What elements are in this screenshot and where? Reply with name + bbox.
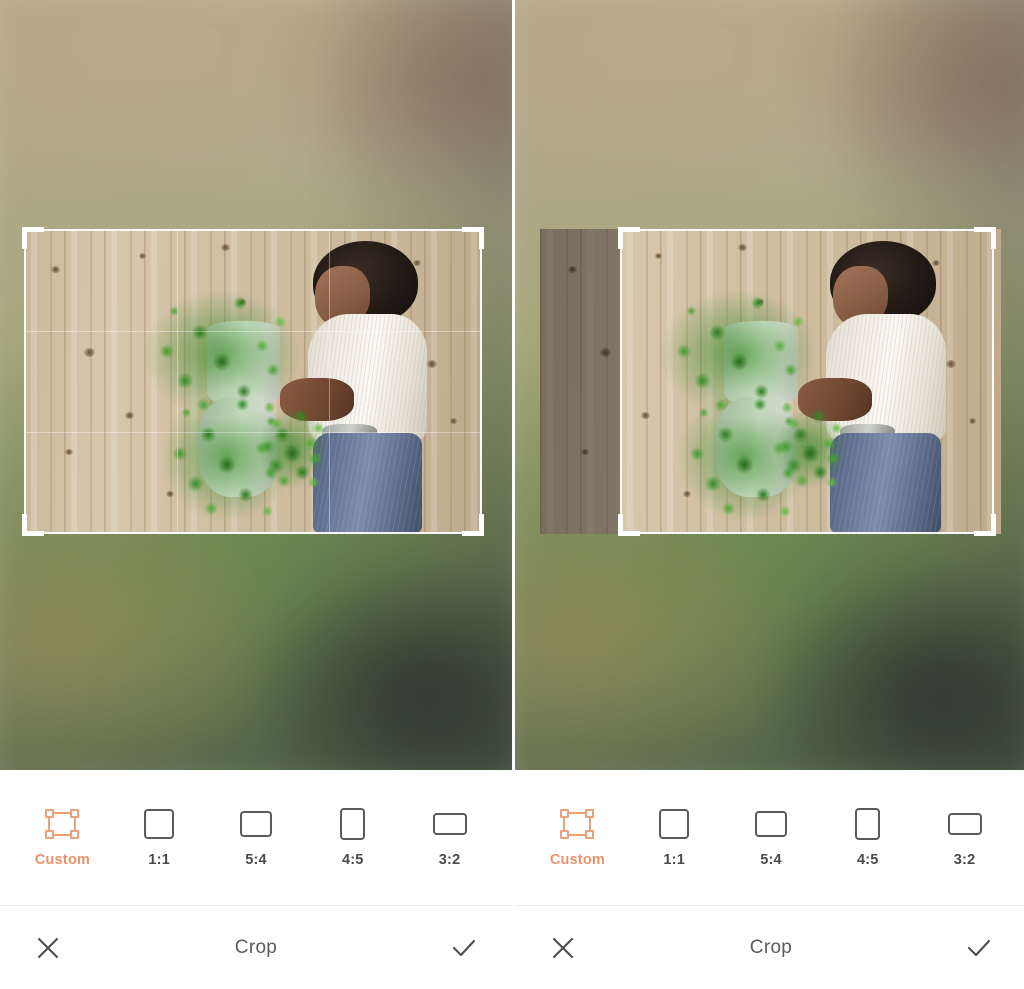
confirm-button[interactable] [442, 926, 486, 970]
aspect-ratio-toolbar: Custom 1:1 5:4 4:5 3:2 [515, 770, 1024, 905]
landscape-5-4-icon [754, 807, 787, 841]
photo-preview[interactable] [540, 229, 1001, 534]
check-icon [452, 939, 476, 956]
crop-panel-before: Custom 1:1 5:4 4:5 3:2 Crop [0, 0, 512, 989]
close-icon [37, 937, 59, 958]
square-icon [144, 807, 175, 841]
landscape-3-2-icon [947, 807, 982, 841]
portrait-4-5-icon [855, 807, 881, 841]
ratio-option-1-1[interactable]: 1:1 [626, 807, 723, 868]
ratio-label-4-5: 4:5 [342, 852, 364, 868]
ratio-option-4-5[interactable]: 4:5 [304, 807, 401, 868]
custom-crop-icon [45, 807, 80, 841]
plant-foliage-right [253, 405, 336, 492]
check-icon [967, 939, 991, 956]
ratio-label-custom: Custom [549, 852, 605, 868]
plant-foliage-right [770, 405, 854, 492]
ratio-label-custom: Custom [34, 852, 90, 868]
ratio-label-1-1: 1:1 [148, 852, 170, 868]
close-icon [552, 937, 574, 958]
custom-crop-icon [560, 807, 595, 841]
ratio-label-3-2: 3:2 [953, 852, 976, 868]
ratio-label-5-4: 5:4 [245, 852, 267, 868]
photo-preview[interactable] [24, 229, 482, 534]
cancel-button[interactable] [541, 926, 585, 970]
aspect-ratio-toolbar: Custom 1:1 5:4 4:5 3:2 [0, 770, 512, 905]
landscape-3-2-icon [432, 807, 467, 841]
ratio-option-5-4[interactable]: 5:4 [208, 807, 305, 868]
crop-action-bar: Crop [515, 906, 1024, 989]
ratio-label-1-1: 1:1 [663, 852, 685, 868]
crop-panel-after: Custom 1:1 5:4 4:5 3:2 Crop [512, 0, 1024, 989]
dual-screenshot-comparison: Custom 1:1 5:4 4:5 3:2 Crop Custom 1:1 5… [0, 0, 1024, 989]
ratio-option-5-4[interactable]: 5:4 [723, 807, 820, 868]
image-canvas-before[interactable] [0, 0, 512, 770]
ratio-option-3-2[interactable]: 3:2 [401, 807, 498, 868]
page-title: Crop [749, 936, 793, 958]
ratio-option-3-2[interactable]: 3:2 [916, 807, 1013, 868]
square-icon [659, 807, 690, 841]
cancel-button[interactable] [26, 926, 70, 970]
page-title: Crop [234, 936, 278, 958]
ratio-label-3-2: 3:2 [438, 852, 461, 868]
landscape-5-4-icon [239, 807, 272, 841]
portrait-4-5-icon [340, 807, 366, 841]
ratio-option-4-5[interactable]: 4:5 [819, 807, 916, 868]
ratio-option-custom[interactable]: Custom [14, 807, 111, 868]
ratio-label-5-4: 5:4 [760, 852, 782, 868]
crop-outside-scrim-left [540, 229, 621, 534]
ratio-label-4-5: 4:5 [857, 852, 879, 868]
ratio-option-custom[interactable]: Custom [529, 807, 626, 868]
crop-action-bar: Crop [0, 906, 512, 989]
ratio-option-1-1[interactable]: 1:1 [111, 807, 208, 868]
image-canvas-after[interactable] [515, 0, 1024, 770]
confirm-button[interactable] [957, 926, 1001, 970]
